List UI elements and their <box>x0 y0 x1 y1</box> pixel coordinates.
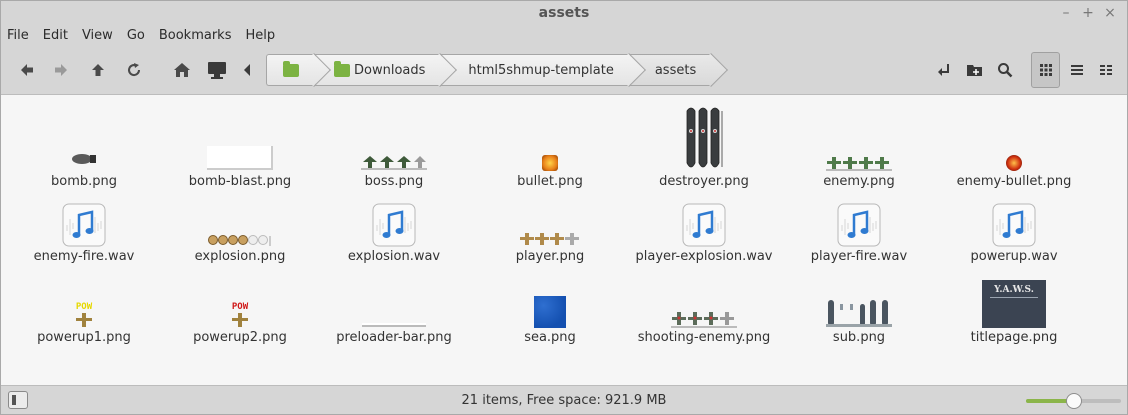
breadcrumb-assets[interactable]: assets <box>629 54 713 86</box>
breadcrumb-downloads[interactable]: Downloads <box>315 54 442 86</box>
chevron-left-icon <box>244 64 250 76</box>
powerup1-thumbnail: POW <box>9 298 159 328</box>
new-folder-button[interactable] <box>962 57 988 83</box>
search-icon <box>998 63 1013 78</box>
menu-view[interactable]: View <box>75 26 120 46</box>
enemy-thumbnail <box>784 151 934 171</box>
toolbar: Downloads html5shmup-template assets <box>1 47 1127 93</box>
computer-button[interactable] <box>204 57 230 83</box>
menu-bookmarks[interactable]: Bookmarks <box>152 26 239 46</box>
player-thumbnail <box>475 229 625 247</box>
search-button[interactable] <box>992 57 1018 83</box>
breadcrumb: Downloads html5shmup-template assets <box>266 54 713 86</box>
zoom-slider[interactable] <box>1026 393 1121 409</box>
status-text: 21 items, Free space: 921.9 MB <box>461 393 667 408</box>
audio-file-icon <box>9 201 159 247</box>
menu-help[interactable]: Help <box>238 26 282 46</box>
file-grid: bomb.png bomb-blast.png boss.png bullet.… <box>1 94 1127 385</box>
reload-icon <box>128 63 141 77</box>
up-arrow-icon <box>92 64 104 76</box>
path-scroll-left-button[interactable] <box>237 57 257 83</box>
bomb-blast-thumbnail <box>165 145 315 170</box>
shooting-enemy-thumbnail <box>629 309 779 328</box>
home-button[interactable] <box>169 57 195 83</box>
downloads-folder-icon <box>334 60 350 77</box>
minimize-button[interactable]: – <box>1058 5 1074 21</box>
folder-icon <box>283 60 299 77</box>
list-view-button[interactable] <box>1062 52 1091 88</box>
bullet-thumbnail <box>475 153 625 171</box>
boss-thumbnail <box>319 150 469 170</box>
open-terminal-button[interactable] <box>931 57 957 83</box>
forward-button[interactable] <box>48 57 74 83</box>
audio-file-icon <box>629 201 779 247</box>
compact-list-icon <box>1099 65 1112 75</box>
view-mode-group <box>1031 52 1121 88</box>
file-manager-window: assets – + × File Edit View Go Bookmarks… <box>0 0 1128 415</box>
zoom-slider-handle[interactable] <box>1066 393 1082 409</box>
menu-go[interactable]: Go <box>120 26 152 46</box>
list-icon <box>1070 65 1083 75</box>
up-button[interactable] <box>85 57 111 83</box>
menu-edit[interactable]: Edit <box>36 26 75 46</box>
breadcrumb-root[interactable] <box>266 54 315 86</box>
title-bar: assets – + × <box>1 1 1127 26</box>
titlepage-thumbnail: Y.A.W.S. <box>939 278 1089 328</box>
destroyer-thumbnail <box>629 105 779 171</box>
bomb-thumbnail <box>9 145 159 165</box>
sea-thumbnail <box>475 295 625 328</box>
compact-view-button[interactable] <box>1091 52 1120 88</box>
menu-bar: File Edit View Go Bookmarks Help <box>1 26 282 46</box>
preloader-bar-thumbnail <box>319 321 469 327</box>
return-arrow-icon <box>938 64 949 76</box>
window-title: assets <box>538 5 590 21</box>
explosion-thumbnail <box>165 230 315 246</box>
menu-file[interactable]: File <box>1 26 36 46</box>
sub-thumbnail <box>784 298 934 328</box>
close-button[interactable]: × <box>1102 5 1118 21</box>
status-bar: 21 items, Free space: 921.9 MB <box>1 385 1127 414</box>
home-icon <box>174 63 190 77</box>
forward-arrow-icon <box>55 64 67 76</box>
back-button[interactable] <box>14 57 40 83</box>
back-arrow-icon <box>21 64 33 76</box>
reload-button[interactable] <box>121 57 147 83</box>
computer-icon <box>208 62 226 79</box>
breadcrumb-html5shmup-template[interactable]: html5shmup-template <box>441 54 630 86</box>
audio-file-icon <box>939 201 1089 247</box>
icon-view-button[interactable] <box>1031 52 1060 88</box>
audio-file-icon <box>319 201 469 247</box>
grid-icon <box>1039 64 1052 76</box>
maximize-button[interactable]: + <box>1080 5 1096 21</box>
new-folder-icon <box>967 65 982 76</box>
enemy-bullet-thumbnail <box>939 153 1089 171</box>
audio-file-icon <box>784 201 934 247</box>
powerup2-thumbnail: POW <box>165 298 315 328</box>
